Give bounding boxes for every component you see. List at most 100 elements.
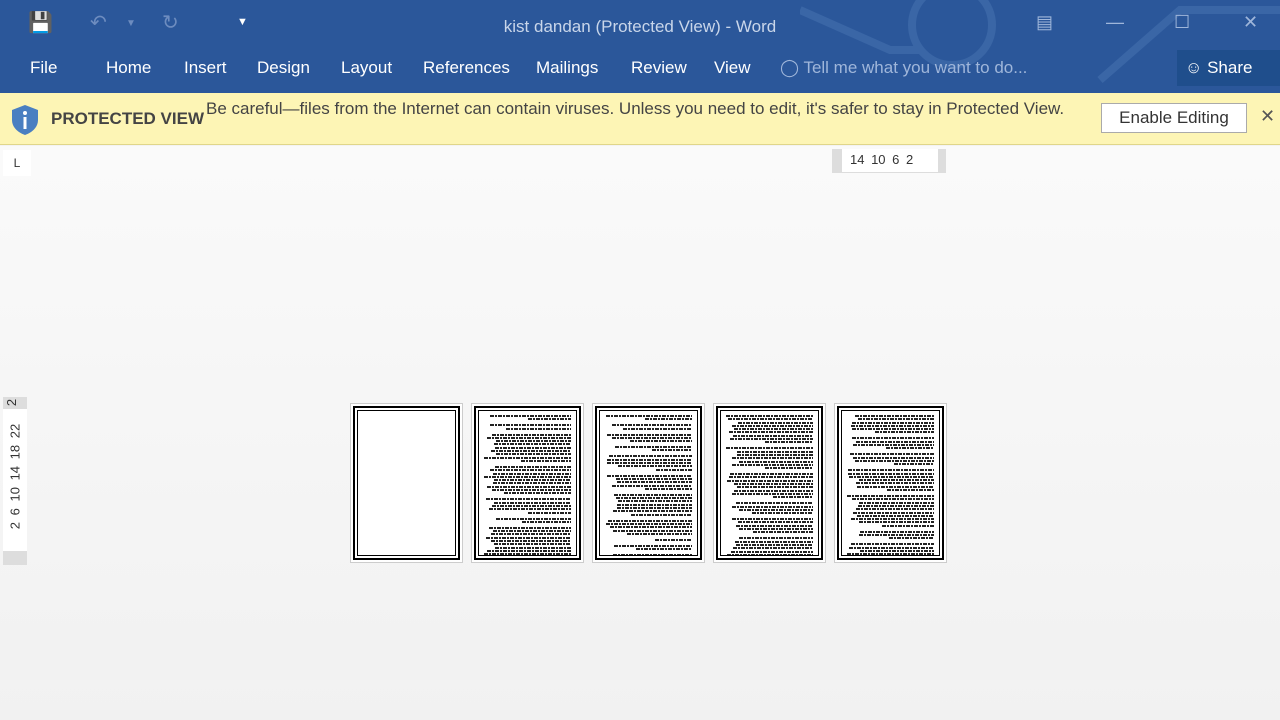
text-line bbox=[857, 418, 934, 421]
shield-info-icon bbox=[12, 105, 38, 135]
window-title: kist dandan (Protected View) - Word bbox=[503, 17, 777, 36]
text-line bbox=[486, 436, 571, 439]
text-line bbox=[608, 519, 692, 522]
person-add-icon: ☺ bbox=[1185, 58, 1203, 77]
tell-me-search[interactable]: ◯ Tell me what you want to do... bbox=[780, 58, 1027, 78]
text-line bbox=[616, 477, 692, 480]
text-line bbox=[847, 553, 934, 555]
text-line bbox=[874, 431, 934, 434]
text-line bbox=[733, 483, 813, 486]
text-line bbox=[851, 518, 934, 521]
text-line bbox=[859, 501, 934, 504]
text-line bbox=[850, 424, 934, 427]
text-line bbox=[731, 492, 813, 495]
text-line bbox=[486, 536, 571, 539]
text-line bbox=[856, 485, 934, 488]
text-line bbox=[644, 418, 692, 421]
tab-review[interactable]: Review bbox=[631, 58, 687, 78]
text-line bbox=[614, 493, 692, 496]
text-line bbox=[617, 481, 692, 484]
protected-view-title: PROTECTED VIEW bbox=[51, 109, 205, 128]
page-thumbnail[interactable] bbox=[592, 403, 705, 563]
page-thumbnail[interactable] bbox=[713, 403, 826, 563]
text-line bbox=[728, 418, 813, 421]
text-line bbox=[492, 482, 571, 485]
text-line bbox=[848, 546, 934, 549]
tab-file[interactable]: File bbox=[30, 58, 57, 78]
text-line bbox=[852, 444, 934, 447]
tab-selector[interactable]: L bbox=[3, 150, 31, 176]
text-line bbox=[488, 508, 571, 511]
text-line bbox=[490, 450, 571, 453]
minimize-button[interactable]: — bbox=[1106, 12, 1124, 33]
text-line bbox=[858, 479, 934, 482]
text-line bbox=[605, 522, 692, 525]
tab-layout[interactable]: Layout bbox=[341, 58, 392, 78]
text-line bbox=[488, 526, 571, 529]
text-line bbox=[611, 484, 692, 487]
tab-view[interactable]: View bbox=[714, 58, 751, 78]
tab-mailings[interactable]: Mailings bbox=[536, 58, 598, 78]
tab-references[interactable]: References bbox=[423, 58, 510, 78]
close-bar-icon[interactable]: ✕ bbox=[1260, 106, 1275, 127]
text-line bbox=[886, 489, 934, 492]
text-line bbox=[729, 476, 813, 479]
text-line bbox=[644, 487, 692, 490]
text-line bbox=[606, 458, 692, 461]
text-line bbox=[520, 459, 571, 462]
text-line bbox=[850, 453, 934, 456]
text-line bbox=[492, 530, 571, 533]
text-line bbox=[606, 433, 692, 436]
protected-view-message: Be careful—files from the Internet can c… bbox=[206, 99, 1065, 118]
text-line bbox=[736, 486, 813, 489]
text-line bbox=[490, 533, 571, 536]
page-thumbnail[interactable] bbox=[834, 403, 947, 563]
tab-design[interactable]: Design bbox=[257, 58, 310, 78]
text-line bbox=[505, 427, 571, 430]
text-line bbox=[732, 547, 813, 550]
text-line bbox=[484, 475, 571, 478]
horizontal-ruler[interactable]: 14 10 6 2 bbox=[832, 149, 946, 173]
text-line bbox=[736, 453, 813, 456]
text-line bbox=[614, 544, 692, 547]
text-line bbox=[616, 503, 692, 506]
text-line bbox=[626, 532, 692, 535]
enable-editing-button[interactable]: Enable Editing bbox=[1101, 103, 1247, 133]
tab-insert[interactable]: Insert bbox=[184, 58, 227, 78]
text-line bbox=[853, 456, 934, 459]
text-line bbox=[731, 518, 813, 521]
text-line bbox=[489, 415, 571, 417]
page-thumbnail[interactable] bbox=[350, 403, 463, 563]
text-line bbox=[855, 459, 934, 462]
text-line bbox=[484, 456, 571, 459]
text-line bbox=[616, 507, 692, 510]
text-line bbox=[733, 489, 813, 492]
text-line bbox=[888, 537, 934, 540]
text-line bbox=[772, 496, 813, 499]
text-line bbox=[732, 505, 813, 508]
text-line bbox=[493, 472, 571, 475]
text-line bbox=[622, 427, 692, 430]
text-line bbox=[486, 485, 571, 488]
text-line bbox=[728, 431, 813, 434]
text-line bbox=[885, 447, 934, 450]
text-line bbox=[738, 537, 813, 540]
share-button[interactable]: ☺ Share bbox=[1177, 50, 1280, 86]
close-button[interactable]: ✕ bbox=[1243, 12, 1258, 33]
text-line bbox=[612, 424, 692, 427]
text-line bbox=[630, 513, 692, 516]
text-line bbox=[527, 418, 571, 421]
text-line bbox=[491, 504, 571, 507]
ribbon-display-options-icon[interactable]: ▤ bbox=[1036, 12, 1053, 33]
text-line bbox=[726, 415, 813, 417]
text-line bbox=[737, 521, 813, 524]
text-line bbox=[485, 498, 571, 501]
tab-home[interactable]: Home bbox=[106, 58, 151, 78]
text-line bbox=[654, 538, 692, 541]
text-line bbox=[629, 440, 692, 443]
text-line bbox=[489, 469, 571, 472]
maximize-button[interactable]: ☐ bbox=[1174, 12, 1190, 33]
vertical-ruler[interactable]: 2 2 6 10 14 18 22 bbox=[3, 397, 27, 565]
text-line bbox=[729, 438, 813, 441]
page-thumbnail[interactable] bbox=[471, 403, 584, 563]
